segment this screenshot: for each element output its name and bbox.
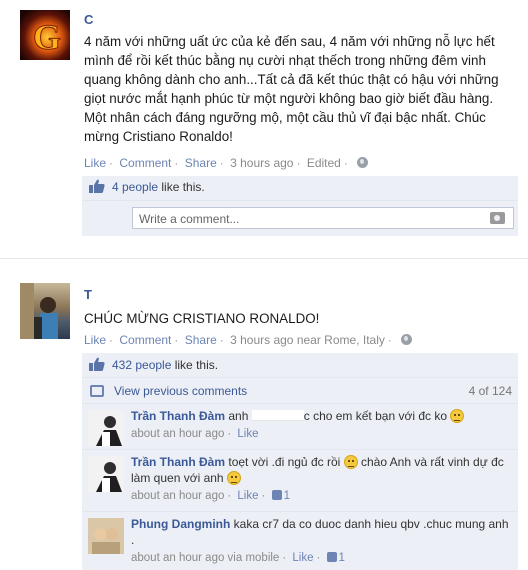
- comment-like-link[interactable]: Like: [237, 428, 258, 440]
- like-link[interactable]: Like: [84, 156, 106, 170]
- post-message: 4 năm với những uất ức của kẻ đến sau, 4…: [84, 34, 499, 144]
- feedback-panel: 4 people like this. Write a comment...: [82, 176, 518, 236]
- comment-time[interactable]: about an hour ago via mobile: [131, 552, 279, 564]
- commenter-avatar[interactable]: [88, 518, 124, 554]
- comment-meta: about an hour ago via mobile · Like · 1: [131, 552, 345, 564]
- share-link[interactable]: Share: [185, 156, 217, 170]
- post-actions: Like · Comment · Share · 3 hours ago near R…: [84, 333, 413, 347]
- post-actions: Like · Comment · Share · 3 hours ago · Edite…: [84, 156, 369, 170]
- comment-text: toẹt vời .đi ngủ đc rồi: [228, 455, 341, 469]
- post-author-name[interactable]: T: [84, 287, 92, 302]
- comment-link[interactable]: Comment: [119, 156, 171, 170]
- commenter-name[interactable]: Trần Thanh Đàm: [131, 455, 225, 469]
- comment-body: Trần Thanh Đàm toẹt vời .đi ngủ đc rồi c…: [131, 454, 511, 486]
- likes-count-link[interactable]: 4 people: [112, 180, 158, 194]
- author-avatar[interactable]: G: [20, 10, 70, 60]
- likes-row: 432 people like this.: [82, 353, 518, 377]
- comment-placeholder: Write a comment...: [139, 212, 240, 226]
- likes-count-link[interactable]: 432 people: [112, 358, 171, 372]
- profile-photo-icon: [20, 283, 58, 339]
- smiley-icon: [343, 455, 358, 469]
- comment-meta: about an hour ago · Like · 1: [131, 490, 290, 502]
- comment-item: Trần Thanh Đàm anh c cho em kết bạn với …: [82, 403, 518, 449]
- profile-photo-icon: [88, 518, 124, 554]
- thumbs-up-icon: [271, 490, 282, 500]
- view-previous-row[interactable]: View previous comments 4 of 124: [82, 377, 518, 403]
- author-avatar[interactable]: [20, 283, 70, 339]
- comment-time[interactable]: about an hour ago: [131, 490, 224, 502]
- comment-input[interactable]: Write a comment...: [132, 207, 514, 229]
- comment-item: Trần Thanh Đàm toẹt vời .đi ngủ đc rồi c…: [82, 449, 518, 511]
- comment-count: 4 of 124: [468, 384, 512, 398]
- edited-label[interactable]: Edited: [307, 156, 341, 170]
- privacy-globe-icon[interactable]: [357, 157, 369, 168]
- like-link[interactable]: Like: [84, 333, 106, 347]
- commenter-avatar[interactable]: [88, 456, 124, 492]
- thumbs-up-icon: [326, 552, 337, 562]
- profile-photo-icon: [88, 456, 124, 492]
- feedback-panel: 432 people like this. View previous comm…: [82, 353, 518, 570]
- comment-like-count[interactable]: 1: [339, 552, 345, 564]
- thumbs-up-icon: [89, 179, 105, 193]
- profile-photo-icon: [88, 410, 124, 446]
- likes-suffix: like this.: [171, 358, 219, 372]
- comment-text-cont: c cho em kết bạn với đc ko: [303, 409, 448, 423]
- thumbs-up-icon: [89, 357, 105, 371]
- smiley-icon: [226, 471, 241, 485]
- comments-icon: [90, 385, 104, 397]
- camera-icon[interactable]: [490, 212, 505, 224]
- comment-body: Trần Thanh Đàm anh c cho em kết bạn với …: [131, 408, 511, 424]
- location-label[interactable]: near Rome, Italy: [297, 333, 385, 347]
- smiley-icon: [450, 409, 465, 423]
- comment-like-link[interactable]: Like: [237, 490, 258, 502]
- redacted-name: [251, 410, 304, 421]
- comment-input-row: Write a comment...: [82, 200, 518, 234]
- comment-like-link[interactable]: Like: [292, 552, 313, 564]
- comment-like-count[interactable]: 1: [284, 490, 290, 502]
- view-previous-comments-link[interactable]: View previous comments: [114, 384, 247, 398]
- likes-suffix: like this.: [158, 180, 205, 194]
- svg-text:G: G: [33, 17, 61, 57]
- comment-time[interactable]: about an hour ago: [131, 428, 224, 440]
- g-logo-icon: G: [33, 17, 62, 58]
- timestamp[interactable]: 3 hours ago: [230, 333, 293, 347]
- commenter-name[interactable]: Phung Dangminh: [131, 517, 230, 531]
- commenter-avatar[interactable]: [88, 410, 124, 446]
- commenter-name[interactable]: Trần Thanh Đàm: [131, 409, 225, 423]
- comment-text: anh: [228, 409, 249, 423]
- likes-row: 4 people like this.: [82, 176, 518, 198]
- post-1: G C 4 năm với những uất ức của kẻ đến sa…: [0, 0, 528, 258]
- timestamp[interactable]: 3 hours ago: [230, 156, 293, 170]
- share-link[interactable]: Share: [185, 333, 217, 347]
- post-message: CHÚC MỪNG CRISTIANO RONALDO!: [84, 311, 320, 326]
- comment-item: Phung Dangminh kaka cr7 da co duoc danh …: [82, 511, 518, 570]
- comment-body: Phung Dangminh kaka cr7 da co duoc danh …: [131, 516, 511, 548]
- comment-meta: about an hour ago · Like: [131, 428, 259, 440]
- privacy-globe-icon[interactable]: [401, 334, 413, 345]
- post-2: T CHÚC MỪNG CRISTIANO RONALDO! Like · Com…: [0, 259, 528, 570]
- comment-link[interactable]: Comment: [119, 333, 171, 347]
- post-author-name[interactable]: C: [84, 12, 93, 27]
